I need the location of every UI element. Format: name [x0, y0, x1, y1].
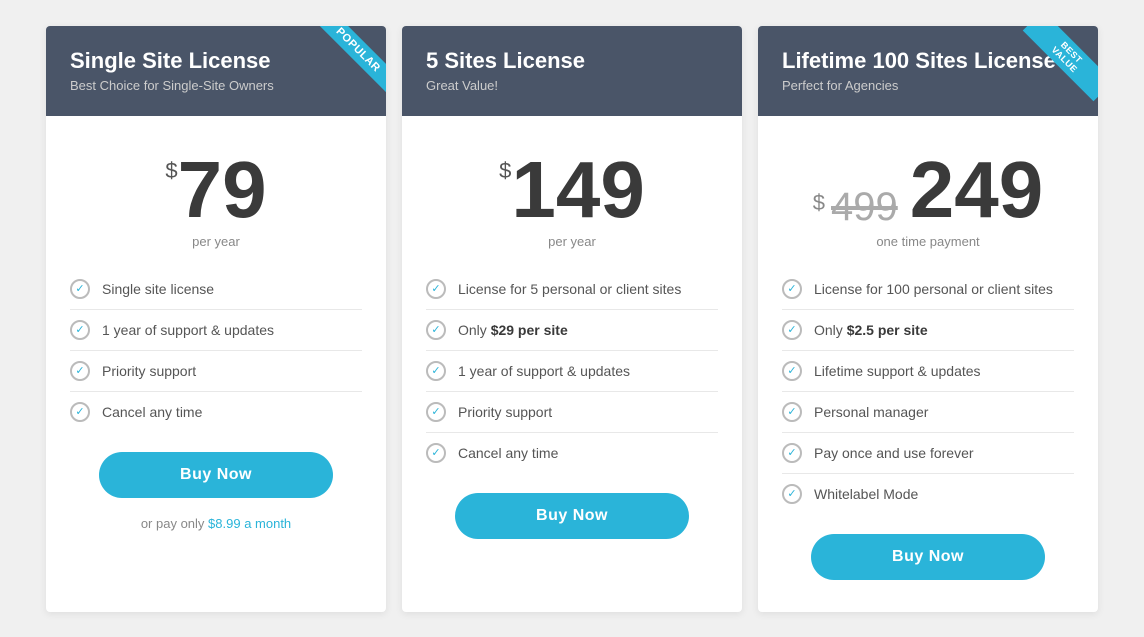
card-header-single: Single Site License Best Choice for Sing… — [46, 26, 386, 116]
price-period-single: per year — [70, 234, 362, 249]
feature-item: ✓ Only $2.5 per site — [782, 310, 1074, 351]
feature-item: ✓ License for 100 personal or client sit… — [782, 269, 1074, 310]
feature-item: ✓ Pay once and use forever — [782, 433, 1074, 474]
price-old-lifetime: 499 — [831, 185, 898, 230]
card-body-single: $ 79 per year ✓ Single site license ✓ 1 … — [46, 116, 386, 612]
feature-text: Pay once and use forever — [814, 445, 974, 461]
buy-button-lifetime[interactable]: Buy Now — [811, 534, 1045, 580]
feature-text: 1 year of support & updates — [102, 322, 274, 338]
feature-item: ✓ Priority support — [426, 392, 718, 433]
price-dollar-single: $ — [165, 158, 177, 184]
price-section-five: $ 149 per year — [426, 140, 718, 269]
check-icon: ✓ — [426, 361, 446, 381]
note-text: or pay only — [141, 516, 205, 531]
feature-item: ✓ Whitelabel Mode — [782, 474, 1074, 514]
card-body-lifetime: $ 499 249 one time payment ✓ License for… — [758, 116, 1098, 612]
card-title-five: 5 Sites License — [426, 48, 718, 74]
buy-button-five[interactable]: Buy Now — [455, 493, 689, 539]
pricing-container: Single Site License Best Choice for Sing… — [22, 26, 1122, 612]
card-lifetime: Lifetime 100 Sites License Perfect for A… — [758, 26, 1098, 612]
check-icon: ✓ — [70, 279, 90, 299]
feature-text: Single site license — [102, 281, 214, 297]
check-icon: ✓ — [782, 320, 802, 340]
best-value-badge-text: BESTVALUE — [1023, 26, 1098, 101]
feature-item: ✓ 1 year of support & updates — [70, 310, 362, 351]
price-section-single: $ 79 per year — [70, 140, 362, 269]
feature-text: Only $29 per site — [458, 322, 568, 338]
check-icon: ✓ — [426, 443, 446, 463]
price-combined-lifetime: $ 499 249 — [782, 150, 1074, 230]
features-list-five: ✓ License for 5 personal or client sites… — [426, 269, 718, 473]
check-icon: ✓ — [426, 279, 446, 299]
card-body-five: $ 149 per year ✓ License for 5 personal … — [402, 116, 742, 612]
check-icon: ✓ — [782, 279, 802, 299]
feature-text: 1 year of support & updates — [458, 363, 630, 379]
popular-badge: POPULAR — [306, 26, 386, 106]
feature-item: ✓ Cancel any time — [426, 433, 718, 473]
card-five-sites: 5 Sites License Great Value! $ 149 per y… — [402, 26, 742, 612]
feature-item: ✓ Lifetime support & updates — [782, 351, 1074, 392]
feature-item: ✓ Personal manager — [782, 392, 1074, 433]
feature-item: ✓ Priority support — [70, 351, 362, 392]
check-icon: ✓ — [426, 320, 446, 340]
feature-text: Cancel any time — [102, 404, 202, 420]
check-icon: ✓ — [70, 402, 90, 422]
card-subtitle-five: Great Value! — [426, 78, 718, 93]
price-number-single: 79 — [178, 150, 267, 230]
price-number-five: 149 — [511, 150, 644, 230]
price-dollar-five: $ — [499, 158, 511, 184]
card-header-five: 5 Sites License Great Value! — [402, 26, 742, 116]
feature-item: ✓ License for 5 personal or client sites — [426, 269, 718, 310]
feature-item: ✓ 1 year of support & updates — [426, 351, 718, 392]
price-dollar-lifetime: $ — [813, 190, 825, 216]
features-list-single: ✓ Single site license ✓ 1 year of suppor… — [70, 269, 362, 432]
check-icon: ✓ — [782, 484, 802, 504]
popular-badge-text: POPULAR — [316, 26, 386, 92]
monthly-note-single: or pay only $8.99 a month — [70, 516, 362, 531]
card-header-lifetime: Lifetime 100 Sites License Perfect for A… — [758, 26, 1098, 116]
feature-text: Personal manager — [814, 404, 928, 420]
check-icon: ✓ — [782, 402, 802, 422]
feature-text: License for 5 personal or client sites — [458, 281, 681, 297]
price-period-lifetime: one time payment — [782, 234, 1074, 249]
feature-text: License for 100 personal or client sites — [814, 281, 1053, 297]
price-section-lifetime: $ 499 249 one time payment — [782, 140, 1074, 269]
feature-text: Whitelabel Mode — [814, 486, 918, 502]
price-main-single: $ 79 — [70, 150, 362, 230]
check-icon: ✓ — [426, 402, 446, 422]
price-new-lifetime: 249 — [910, 150, 1043, 230]
feature-text: Only $2.5 per site — [814, 322, 928, 338]
feature-text: Priority support — [458, 404, 552, 420]
check-icon: ✓ — [70, 320, 90, 340]
monthly-link[interactable]: $8.99 a month — [208, 516, 291, 531]
features-list-lifetime: ✓ License for 100 personal or client sit… — [782, 269, 1074, 514]
feature-text: Priority support — [102, 363, 196, 379]
feature-item: ✓ Only $29 per site — [426, 310, 718, 351]
card-single-site: Single Site License Best Choice for Sing… — [46, 26, 386, 612]
best-value-badge: BESTVALUE — [1018, 26, 1098, 106]
check-icon: ✓ — [782, 361, 802, 381]
buy-button-single[interactable]: Buy Now — [99, 452, 333, 498]
price-period-five: per year — [426, 234, 718, 249]
feature-text: Lifetime support & updates — [814, 363, 981, 379]
check-icon: ✓ — [782, 443, 802, 463]
check-icon: ✓ — [70, 361, 90, 381]
price-main-five: $ 149 — [426, 150, 718, 230]
feature-item: ✓ Cancel any time — [70, 392, 362, 432]
feature-text: Cancel any time — [458, 445, 558, 461]
feature-item: ✓ Single site license — [70, 269, 362, 310]
